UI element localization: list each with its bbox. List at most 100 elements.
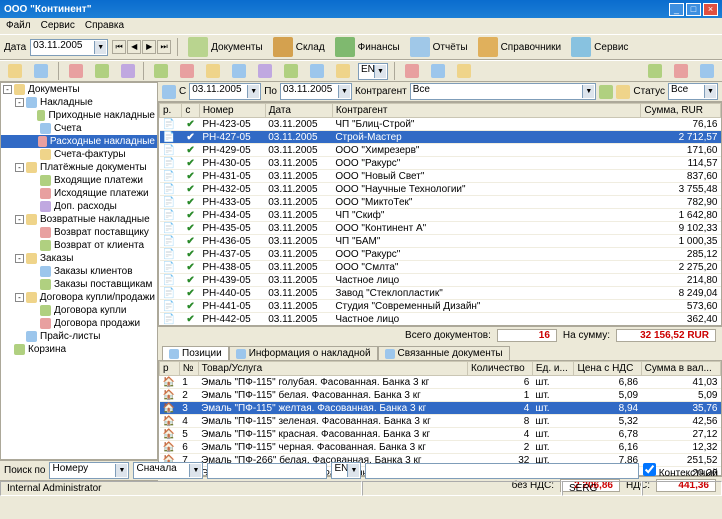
doc-row[interactable]: 📄✔PH-442-0503.11.2005Частное лицо362,40 xyxy=(160,313,721,326)
maintab-4[interactable]: Справочники xyxy=(474,36,566,58)
tree-Возврат от клиента[interactable]: Возврат от клиента xyxy=(1,239,157,252)
icon-excel[interactable] xyxy=(280,63,302,79)
context-checkbox[interactable]: Контекстный xyxy=(643,463,718,479)
doc-row[interactable]: 📄✔PH-438-0503.11.2005ООО "Смлта"2 275,20 xyxy=(160,261,721,274)
icon-d[interactable] xyxy=(228,63,250,79)
maintab-2[interactable]: Финансы xyxy=(331,36,404,58)
filter-to-date[interactable]: 03.11.2005 xyxy=(280,83,352,100)
icon-new[interactable] xyxy=(4,63,26,79)
dtab-2[interactable]: Связанные документы xyxy=(378,346,510,360)
icon-c[interactable] xyxy=(202,63,224,79)
icon-paste[interactable] xyxy=(117,63,139,79)
dtab-0[interactable]: Позиции xyxy=(162,346,229,360)
icon-opt1[interactable] xyxy=(644,63,666,79)
tree-Договора продажи[interactable]: Договора продажи xyxy=(1,317,157,330)
maintab-3[interactable]: Отчёты xyxy=(406,36,472,58)
filter-kontr-combo[interactable]: Все xyxy=(410,83,597,100)
pos-row[interactable]: 🏠6Эмаль "ПФ-115" черная. Фасованная. Бан… xyxy=(160,441,721,454)
nav-next-icon[interactable]: ▶ xyxy=(142,40,156,54)
icon-copy[interactable] xyxy=(91,63,113,79)
icon-key[interactable] xyxy=(453,63,475,79)
pos-row[interactable]: 🏠5Эмаль "ПФ-115" красная. Фасованная. Ба… xyxy=(160,428,721,441)
search-lang[interactable]: EN xyxy=(331,462,361,479)
icon-grid[interactable] xyxy=(332,63,354,79)
nav-tree[interactable]: -Документы-НакладныеПриходные накладныеС… xyxy=(0,82,158,460)
icon-cut[interactable] xyxy=(65,63,87,79)
search-by-combo[interactable]: Номеру xyxy=(49,462,129,479)
filter-from-date[interactable]: 03.11.2005 xyxy=(189,83,261,100)
tree-Заказы клиентов[interactable]: Заказы клиентов xyxy=(1,265,157,278)
close-button[interactable]: × xyxy=(703,3,718,16)
doc-row[interactable]: 📄✔PH-435-0503.11.2005ООО "Континент А"9 … xyxy=(160,222,721,235)
search-label: Поиск по xyxy=(4,465,45,476)
nav-prev-icon[interactable]: ◀ xyxy=(127,40,141,54)
filter-status-combo[interactable]: Все xyxy=(668,83,718,100)
tree-Заказы поставщикам[interactable]: Заказы поставщикам xyxy=(1,278,157,291)
search-input2[interactable] xyxy=(365,463,638,479)
pos-row[interactable]: 🏠4Эмаль "ПФ-115" зеленая. Фасованная. Ба… xyxy=(160,415,721,428)
doc-row[interactable]: 📄✔PH-441-0503.11.2005Студия "Современный… xyxy=(160,300,721,313)
doc-row[interactable]: 📄✔PH-436-0503.11.2005ЧП "БАМ"1 000,35 xyxy=(160,235,721,248)
pos-row[interactable]: 🏠2Эмаль "ПФ-115" белая. Фасованная. Банк… xyxy=(160,389,721,402)
tree-Платёжные документы[interactable]: -Платёжные документы xyxy=(1,161,157,174)
tree-Договора купли[interactable]: Договора купли xyxy=(1,304,157,317)
icon-user[interactable] xyxy=(401,63,423,79)
tree-Приходные накладные[interactable]: Приходные накладные xyxy=(1,109,157,122)
positions-grid[interactable]: р№Товар/УслугаКоличествоЕд. и...Цена с Н… xyxy=(158,360,722,476)
icon-find[interactable] xyxy=(427,63,449,79)
date-picker[interactable]: 03.11.2005 xyxy=(30,39,108,56)
tree-Договора купли/продажи[interactable]: -Договора купли/продажи xyxy=(1,291,157,304)
filter-icon[interactable] xyxy=(162,85,176,99)
tree-Расходные накладные[interactable]: Расходные накладные xyxy=(1,135,157,148)
tree-Возврат поставщику[interactable]: Возврат поставщику xyxy=(1,226,157,239)
dtab-1[interactable]: Информация о накладной xyxy=(229,346,378,360)
filter-go-icon[interactable] xyxy=(599,85,613,99)
icon-a[interactable] xyxy=(150,63,172,79)
tree-Возвратные накладные[interactable]: -Возвратные накладные xyxy=(1,213,157,226)
maintab-5[interactable]: Сервис xyxy=(567,36,632,58)
tree-Корзина[interactable]: Корзина xyxy=(1,343,157,356)
doc-row[interactable]: 📄✔PH-437-0503.11.2005ООО "Ракурс"285,12 xyxy=(160,248,721,261)
doc-row[interactable]: 📄✔PH-431-0503.11.2005ООО "Новый Свет"837… xyxy=(160,170,721,183)
nav-last-icon[interactable]: ⏭ xyxy=(157,40,171,54)
tree-Исходящие платежи[interactable]: Исходящие платежи xyxy=(1,187,157,200)
icon-b[interactable] xyxy=(176,63,198,79)
icon-opt2[interactable] xyxy=(670,63,692,79)
minimize-button[interactable]: _ xyxy=(669,3,684,16)
pos-row[interactable]: 🏠3Эмаль "ПФ-115" желтая. Фасованная. Бан… xyxy=(160,402,721,415)
doc-row[interactable]: 📄✔PH-429-0503.11.2005ООО "Химрезерв"171,… xyxy=(160,144,721,157)
doc-row[interactable]: 📄✔PH-432-0503.11.2005ООО "Научные Технол… xyxy=(160,183,721,196)
icon-e[interactable] xyxy=(254,63,276,79)
status-bar: Internal Administrator SERG xyxy=(0,480,722,496)
maintab-1[interactable]: Склад xyxy=(269,36,329,58)
tree-Счета-фактуры[interactable]: Счета-фактуры xyxy=(1,148,157,161)
documents-grid[interactable]: р.сНомерДатаКонтрагентСумма, RUR📄✔PH-423… xyxy=(158,102,722,326)
doc-row[interactable]: 📄✔PH-433-0503.11.2005ООО "МиктоТек"782,9… xyxy=(160,196,721,209)
doc-row[interactable]: 📄✔PH-439-0503.11.2005Частное лицо214,80 xyxy=(160,274,721,287)
nav-first-icon[interactable]: ⏮ xyxy=(112,40,126,54)
tree-Доп. расходы[interactable]: Доп. расходы xyxy=(1,200,157,213)
icon-open[interactable] xyxy=(30,63,52,79)
icon-help[interactable] xyxy=(696,63,718,79)
tree-Входящие платежи[interactable]: Входящие платежи xyxy=(1,174,157,187)
lang-combo[interactable]: EN xyxy=(358,63,388,80)
search-input[interactable] xyxy=(207,463,327,479)
maximize-button[interactable]: □ xyxy=(686,3,701,16)
doc-row[interactable]: 📄✔PH-423-0503.11.2005ЧП "Блиц-Строй"76,1… xyxy=(160,118,721,131)
tree-Прайс-листы[interactable]: Прайс-листы xyxy=(1,330,157,343)
tree-Счета[interactable]: Счета xyxy=(1,122,157,135)
pos-row[interactable]: 🏠1Эмаль "ПФ-115" голубая. Фасованная. Ба… xyxy=(160,376,721,389)
tree-Накладные[interactable]: -Накладные xyxy=(1,96,157,109)
doc-row[interactable]: 📄✔PH-427-0503.11.2005Строй-Мастер2 712,5… xyxy=(160,131,721,144)
doc-row[interactable]: 📄✔PH-440-0503.11.2005Завод "Стеклопласти… xyxy=(160,287,721,300)
search-mode-combo[interactable]: Сначала xyxy=(133,462,203,479)
icon-calc[interactable] xyxy=(306,63,328,79)
doc-row[interactable]: 📄✔PH-434-0503.11.2005ЧП "Скиф"1 642,80 xyxy=(160,209,721,222)
menu-Справка[interactable]: Справка xyxy=(85,20,124,32)
menu-Сервис[interactable]: Сервис xyxy=(41,20,75,32)
tree-Заказы[interactable]: -Заказы xyxy=(1,252,157,265)
doc-row[interactable]: 📄✔PH-430-0503.11.2005ООО "Ракурс"114,57 xyxy=(160,157,721,170)
tree-Документы[interactable]: -Документы xyxy=(1,83,157,96)
menu-Файл[interactable]: Файл xyxy=(6,20,31,32)
maintab-0[interactable]: Документы xyxy=(184,36,267,58)
